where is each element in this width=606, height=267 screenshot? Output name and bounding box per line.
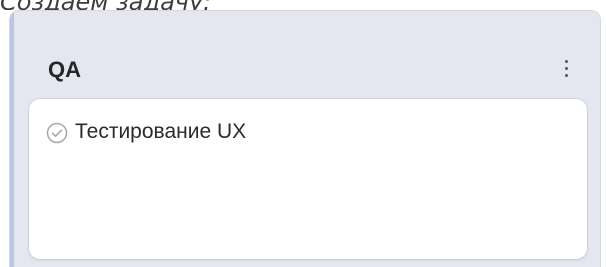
task-board: QA Тестирование UX <box>0 10 606 267</box>
check-circle-icon[interactable] <box>46 122 68 144</box>
task-title: Тестирование UX <box>75 120 247 143</box>
menu-dot <box>564 66 568 70</box>
kanban-column: QA Тестирование UX <box>9 10 601 267</box>
task-card[interactable]: Тестирование UX <box>28 98 588 260</box>
menu-dot <box>564 73 568 77</box>
column-title: QA <box>48 57 81 82</box>
column-menu-button[interactable] <box>558 53 574 83</box>
menu-dot <box>564 59 568 63</box>
screenshot: Создаем задачу: QA Тестирование UX <box>0 0 606 267</box>
